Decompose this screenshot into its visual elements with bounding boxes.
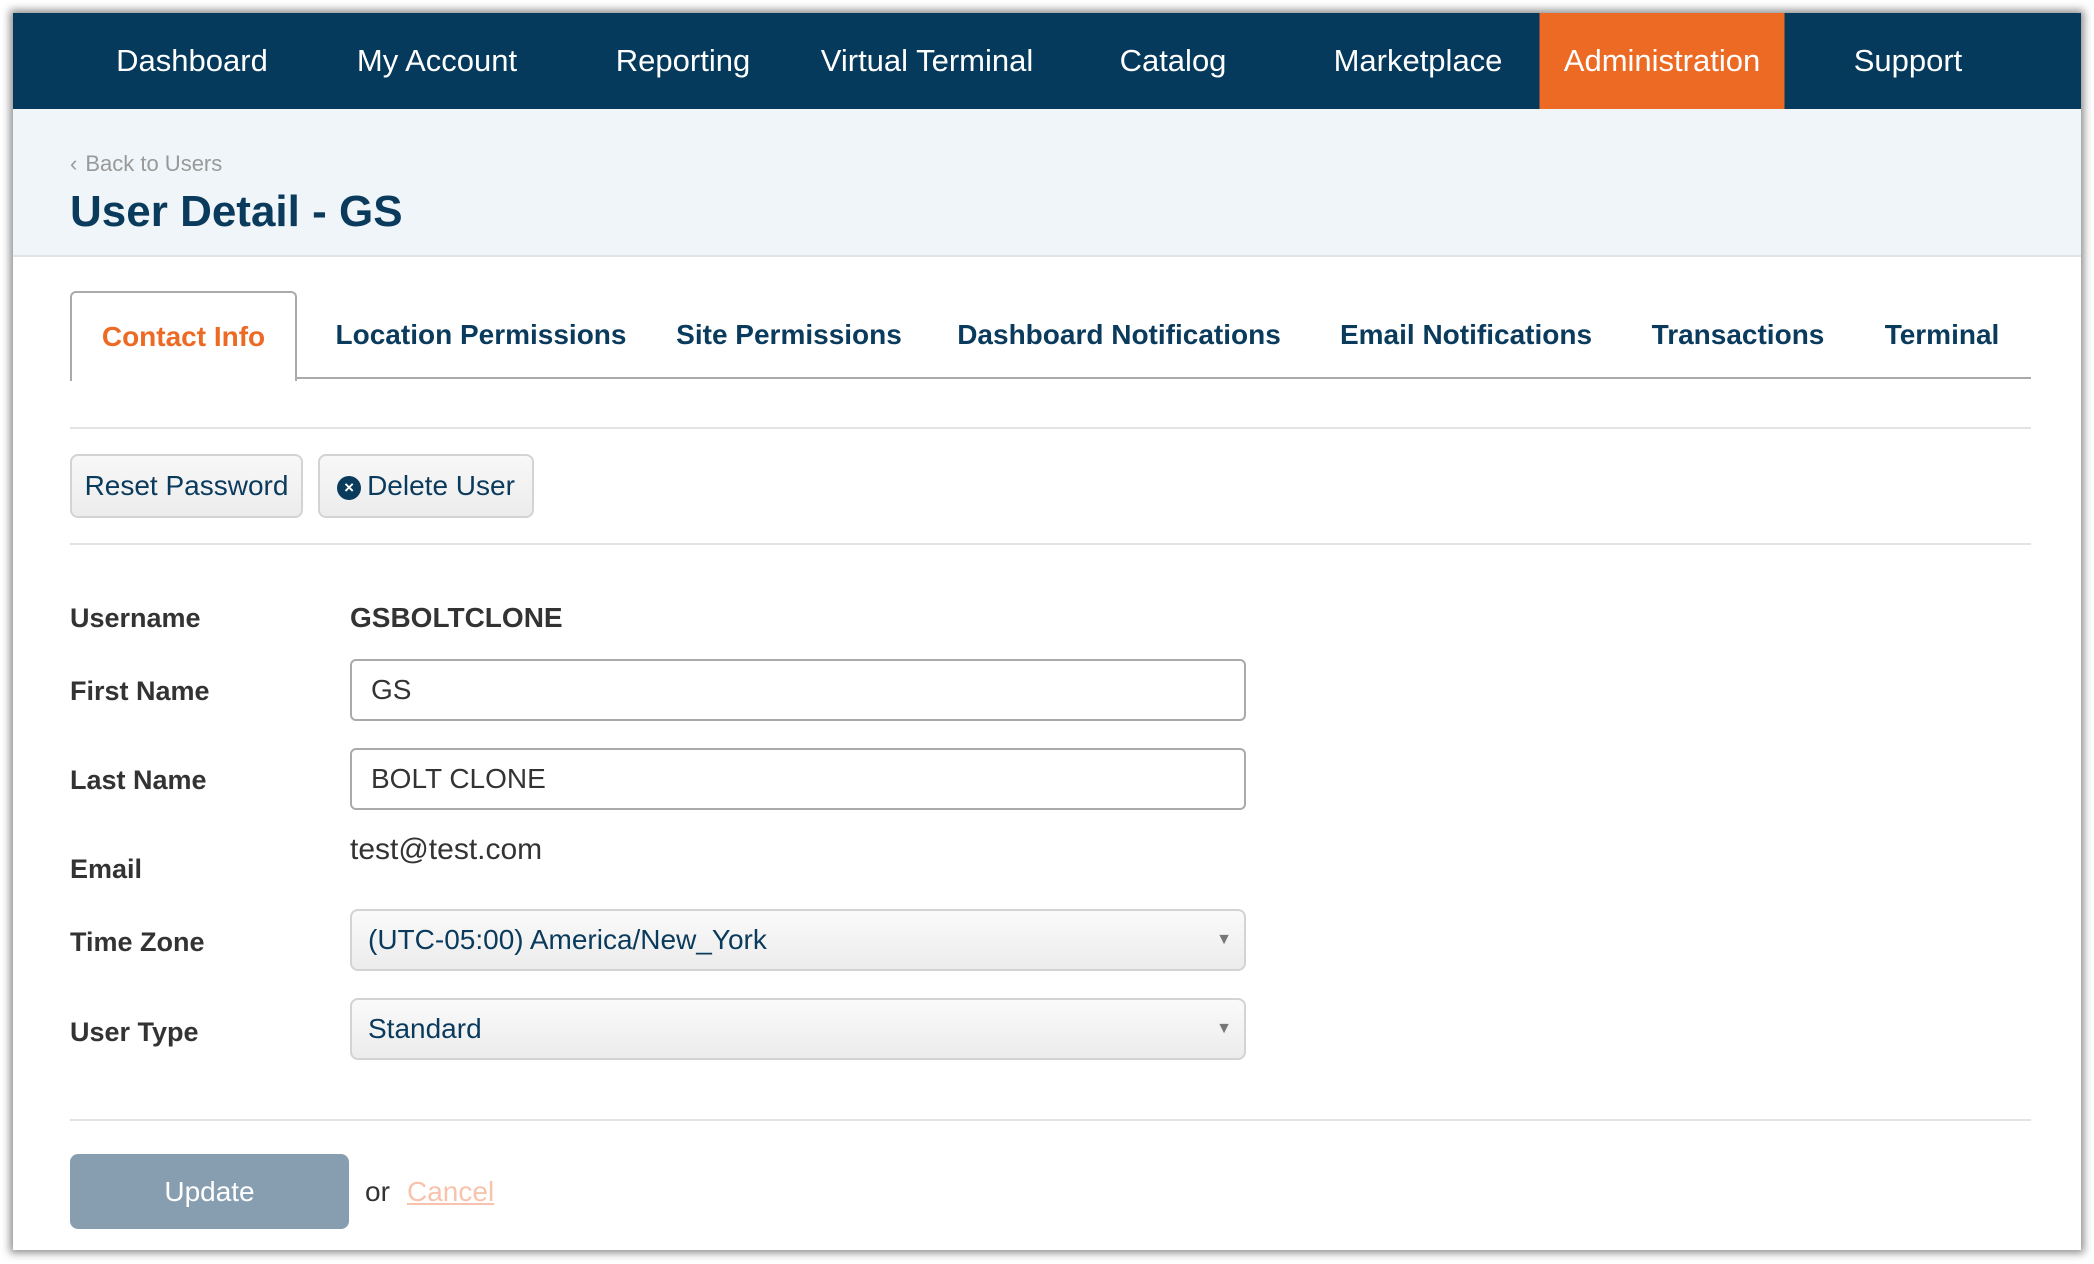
page-title: User Detail - GS <box>70 187 403 236</box>
nav-marketplace[interactable]: Marketplace <box>1312 13 1525 109</box>
time-zone-label: Time Zone <box>70 927 205 957</box>
close-circle-icon: × <box>337 476 362 500</box>
delete-user-label: Delete User <box>367 470 515 501</box>
dropdown-arrow-icon: ▼ <box>1216 1020 1232 1037</box>
username-label: Username <box>70 603 201 633</box>
email-label: Email <box>70 854 143 884</box>
divider <box>70 543 2031 545</box>
dropdown-arrow-icon: ▼ <box>1216 931 1232 948</box>
nav-administration[interactable]: Administration <box>1539 13 1785 109</box>
nav-support[interactable]: Support <box>1832 13 1985 109</box>
user-type-select[interactable]: Standard ▼ <box>350 998 1246 1060</box>
tab-dashboard-notifications[interactable]: Dashboard Notifications <box>957 291 1281 379</box>
or-text: or <box>365 1176 390 1207</box>
tab-bar: Contact Info Location Permissions Site P… <box>70 291 2031 381</box>
back-label: Back to Users <box>85 151 223 176</box>
first-name-label: First Name <box>70 676 210 706</box>
delete-user-button[interactable]: × Delete User <box>318 454 534 518</box>
last-name-input[interactable] <box>350 748 1246 810</box>
nav-dashboard[interactable]: Dashboard <box>94 13 290 109</box>
nav-reporting[interactable]: Reporting <box>594 13 772 109</box>
username-value: GSBOLTCLONE <box>350 602 563 633</box>
email-value: test@test.com <box>350 833 543 866</box>
tab-location-permissions[interactable]: Location Permissions <box>336 291 627 379</box>
update-button[interactable]: Update <box>70 1154 349 1229</box>
tab-terminal[interactable]: Terminal <box>1885 291 2000 379</box>
chevron-left-icon: ‹ <box>70 151 78 176</box>
reset-password-button[interactable]: Reset Password <box>70 454 303 518</box>
nav-virtual-terminal[interactable]: Virtual Terminal <box>799 13 1056 109</box>
cancel-link[interactable]: Cancel <box>407 1176 494 1208</box>
tab-transactions[interactable]: Transactions <box>1652 291 1825 379</box>
user-type-label: User Type <box>70 1017 199 1047</box>
nav-catalog[interactable]: Catalog <box>1098 13 1249 109</box>
top-nav: Dashboard My Account Reporting Virtual T… <box>13 13 2081 109</box>
time-zone-select[interactable]: (UTC-05:00) America/New_York ▼ <box>350 909 1246 971</box>
time-zone-value: (UTC-05:00) America/New_York <box>368 924 767 955</box>
divider <box>70 1119 2031 1121</box>
page-header: ‹ Back to Users User Detail - GS <box>13 109 2081 257</box>
tab-contact-info[interactable]: Contact Info <box>70 291 297 381</box>
first-name-input[interactable] <box>350 659 1246 721</box>
user-type-value: Standard <box>368 1013 482 1044</box>
nav-my-account[interactable]: My Account <box>335 13 539 109</box>
back-link[interactable]: ‹ Back to Users <box>70 151 230 177</box>
last-name-label: Last Name <box>70 765 207 795</box>
divider <box>70 427 2031 429</box>
app-window: Dashboard My Account Reporting Virtual T… <box>13 13 2081 1250</box>
tab-email-notifications[interactable]: Email Notifications <box>1340 291 1592 379</box>
tab-site-permissions[interactable]: Site Permissions <box>676 291 902 379</box>
